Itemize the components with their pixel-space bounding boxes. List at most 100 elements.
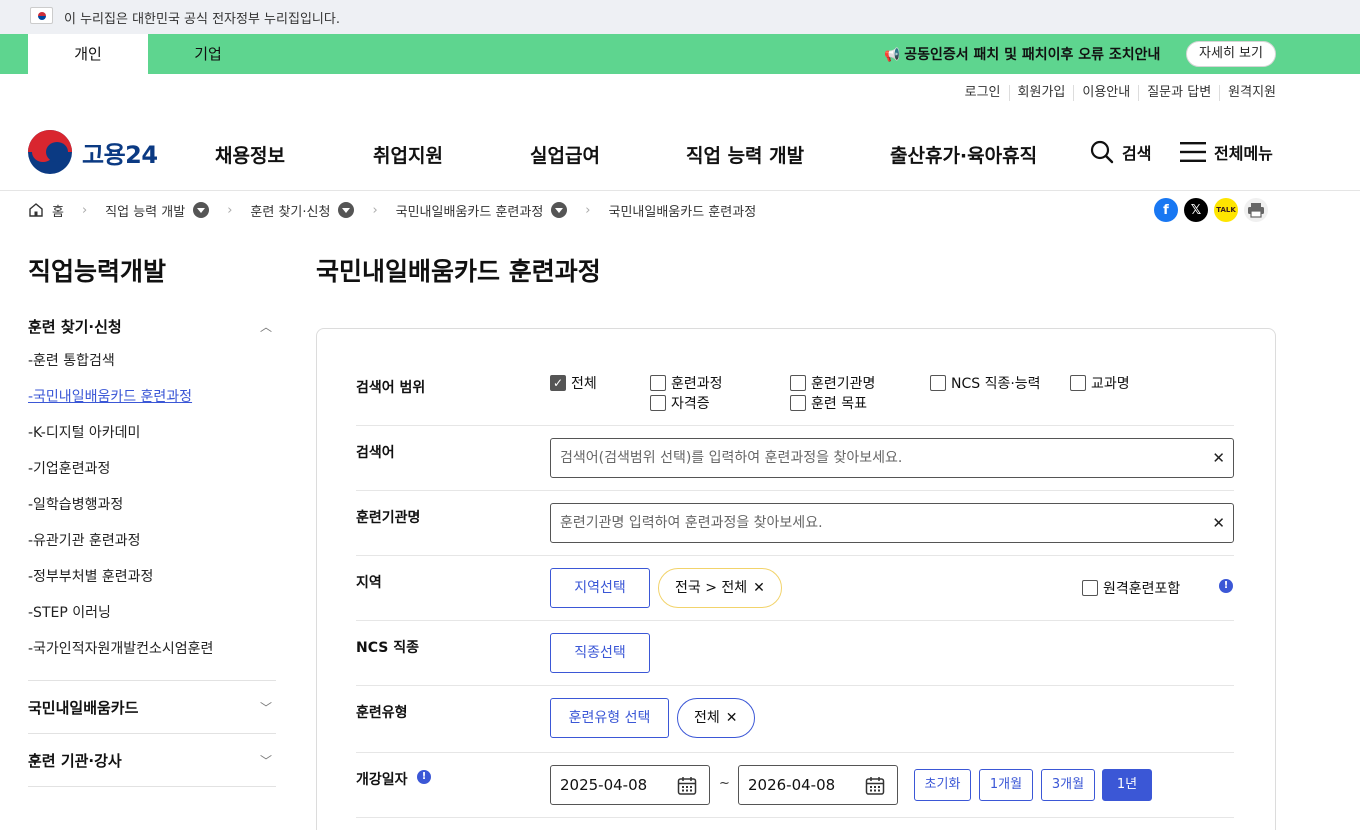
checkbox-label: 전체 — [571, 376, 597, 392]
row-divider — [356, 685, 1234, 686]
lnb-item-consortium[interactable]: -국가인적자원개발컨소시엄훈련 — [28, 638, 276, 674]
type-chip-label: 전체 — [694, 710, 720, 726]
row-divider — [356, 490, 1234, 491]
kakaotalk-icon[interactable]: TALK — [1214, 198, 1238, 222]
notice[interactable]: 📢 공동인증서 패치 및 패치이후 오류 조치안내 — [884, 44, 1160, 64]
tab-personal[interactable]: 개인 — [28, 34, 148, 74]
lnb-divider — [28, 786, 276, 787]
lnb-item-integrated-search[interactable]: -훈련 통합검색 — [28, 350, 276, 386]
chevron-right-icon: › — [227, 202, 233, 218]
start-date-input[interactable]: 2025-04-08 — [550, 765, 710, 805]
breadcrumb-home[interactable]: 홈 — [28, 201, 64, 220]
lnb-item-naeil-card-course[interactable]: -국민내일배움카드 훈련과정 — [28, 386, 276, 422]
scope-institution-checkbox[interactable]: 훈련기관명 — [790, 373, 875, 393]
three-month-button[interactable]: 3개월 — [1041, 769, 1095, 801]
login-link[interactable]: 로그인 — [957, 85, 1009, 101]
gnb-unemployment-benefits[interactable]: 실업급여 — [530, 141, 600, 168]
breadcrumb-item-3[interactable]: 국민내일배움카드 훈련과정 — [396, 201, 544, 220]
lnb-item-step-elearning[interactable]: -STEP 이러닝 — [28, 602, 276, 638]
all-menu-button[interactable]: 전체메뉴 — [1180, 140, 1273, 164]
calendar-icon[interactable] — [865, 776, 885, 796]
ncs-select-button[interactable]: 직종선택 — [550, 633, 650, 673]
lnb-item-gov-ministry[interactable]: -정부부처별 훈련과정 — [28, 566, 276, 602]
tab-company[interactable]: 기업 — [148, 34, 268, 74]
header-divider — [0, 190, 1360, 191]
reset-date-button[interactable]: 초기화 — [914, 769, 971, 801]
notice-detail-button[interactable]: 자세히 보기 — [1186, 41, 1276, 67]
hamburger-icon — [1180, 142, 1206, 162]
lnb-section-training-search[interactable]: 훈련 찾기·신청 ︿ — [28, 316, 276, 337]
scope-all-checkbox[interactable]: ✓ 전체 — [550, 373, 597, 393]
signup-link[interactable]: 회원가입 — [1008, 85, 1074, 101]
dropdown-icon[interactable] — [551, 202, 568, 218]
checkbox-icon — [1082, 580, 1098, 596]
search-icon — [1090, 140, 1114, 164]
breadcrumb-item-1[interactable]: 직업 능력 개발 — [105, 201, 185, 220]
region-chip[interactable]: 전국 > 전체 ✕ — [658, 568, 782, 608]
close-icon[interactable]: ✕ — [726, 710, 738, 726]
lnb-item-company-training[interactable]: -기업훈련과정 — [28, 458, 276, 494]
lnb-section-institution[interactable]: 훈련 기관·강사 ﹀ — [28, 750, 276, 771]
scope-course-checkbox[interactable]: 훈련과정 — [650, 373, 723, 393]
scope-goal-checkbox[interactable]: 훈련 목표 — [790, 393, 867, 413]
row-divider — [356, 425, 1234, 426]
facebook-icon[interactable]: f — [1154, 198, 1178, 222]
remote-support-link[interactable]: 원격지원 — [1219, 85, 1276, 101]
info-icon[interactable]: ! — [417, 770, 431, 784]
checkbox-icon — [650, 375, 666, 391]
share-buttons: f 𝕏 TALK — [1154, 198, 1274, 222]
checkbox-label: 자격증 — [671, 396, 710, 412]
chevron-right-icon: › — [81, 202, 88, 218]
lnb-section-label: 훈련 기관·강사 — [28, 752, 122, 770]
scope-certificate-checkbox[interactable]: 자격증 — [650, 393, 710, 413]
guide-link[interactable]: 이용안내 — [1073, 85, 1138, 101]
dropdown-icon[interactable] — [193, 202, 210, 218]
calendar-icon[interactable] — [677, 776, 697, 796]
lnb-section-naeil-card[interactable]: 국민내일배움카드 ﹀ — [28, 697, 276, 718]
megaphone-icon: 📢 — [884, 48, 901, 63]
end-date-value: 2026-04-08 — [748, 776, 836, 794]
region-select-button[interactable]: 지역선택 — [550, 568, 650, 608]
x-twitter-icon[interactable]: 𝕏 — [1184, 198, 1208, 222]
date-label-text: 개강일자 — [356, 772, 408, 788]
qna-link[interactable]: 질문과 답변 — [1138, 85, 1219, 101]
print-icon[interactable] — [1244, 198, 1268, 222]
type-select-button[interactable]: 훈련유형 선택 — [550, 698, 669, 738]
type-chip[interactable]: 전체 ✕ — [677, 698, 755, 738]
scope-subject-checkbox[interactable]: 교과명 — [1070, 373, 1130, 393]
close-icon[interactable]: ✕ — [753, 580, 765, 596]
breadcrumb-item-2[interactable]: 훈련 찾기·신청 — [250, 201, 330, 220]
lnb-item-related-org[interactable]: -유관기관 훈련과정 — [28, 530, 276, 566]
gnb-employment-support[interactable]: 취업지원 — [373, 141, 443, 168]
dropdown-icon[interactable] — [338, 202, 355, 218]
lnb-title: 직업능력개발 — [28, 257, 167, 286]
remote-training-checkbox[interactable]: 원격훈련포함 — [1082, 578, 1180, 598]
end-date-input[interactable]: 2026-04-08 — [738, 765, 898, 805]
logo[interactable]: 고용24 — [28, 130, 158, 174]
row-divider — [356, 752, 1234, 753]
clear-icon[interactable]: ✕ — [1212, 504, 1225, 542]
scope-label: 검색어 범위 — [356, 380, 426, 396]
lnb-list: -훈련 통합검색 -국민내일배움카드 훈련과정 -K-디지털 아카데미 -기업훈… — [28, 350, 276, 674]
clear-icon[interactable]: ✕ — [1212, 439, 1225, 477]
checkbox-label: NCS 직종·능력 — [951, 376, 1041, 392]
checkbox-icon — [650, 395, 666, 411]
institution-input[interactable]: 훈련기관명 입력하여 훈련과정을 찾아보세요. ✕ — [550, 503, 1234, 543]
logo-text: 고용24 — [82, 140, 158, 169]
gnb-skills-development[interactable]: 직업 능력 개발 — [686, 141, 804, 168]
gnb-jobs[interactable]: 채용정보 — [215, 141, 285, 168]
one-month-button[interactable]: 1개월 — [979, 769, 1033, 801]
chevron-down-icon: ﹀ — [259, 701, 272, 715]
checkbox-label: 훈련 목표 — [811, 396, 867, 412]
scope-ncs-checkbox[interactable]: NCS 직종·능력 — [930, 373, 1041, 393]
search-button[interactable]: 검색 — [1090, 140, 1151, 164]
checkbox-label: 훈련과정 — [671, 376, 723, 392]
gnb-maternity-leave[interactable]: 출산휴가·육아휴직 — [890, 141, 1037, 168]
lnb-item-k-digital[interactable]: -K-디지털 아카데미 — [28, 422, 276, 458]
start-date-value: 2025-04-08 — [560, 776, 648, 794]
info-icon[interactable]: ! — [1219, 579, 1233, 593]
keyword-input[interactable]: 검색어(검색범위 선택)를 입력하여 훈련과정을 찾아보세요. ✕ — [550, 438, 1234, 478]
one-year-button[interactable]: 1년 — [1102, 769, 1152, 801]
lnb-item-work-study[interactable]: -일학습병행과정 — [28, 494, 276, 530]
lnb-section-label: 국민내일배움카드 — [28, 699, 139, 717]
